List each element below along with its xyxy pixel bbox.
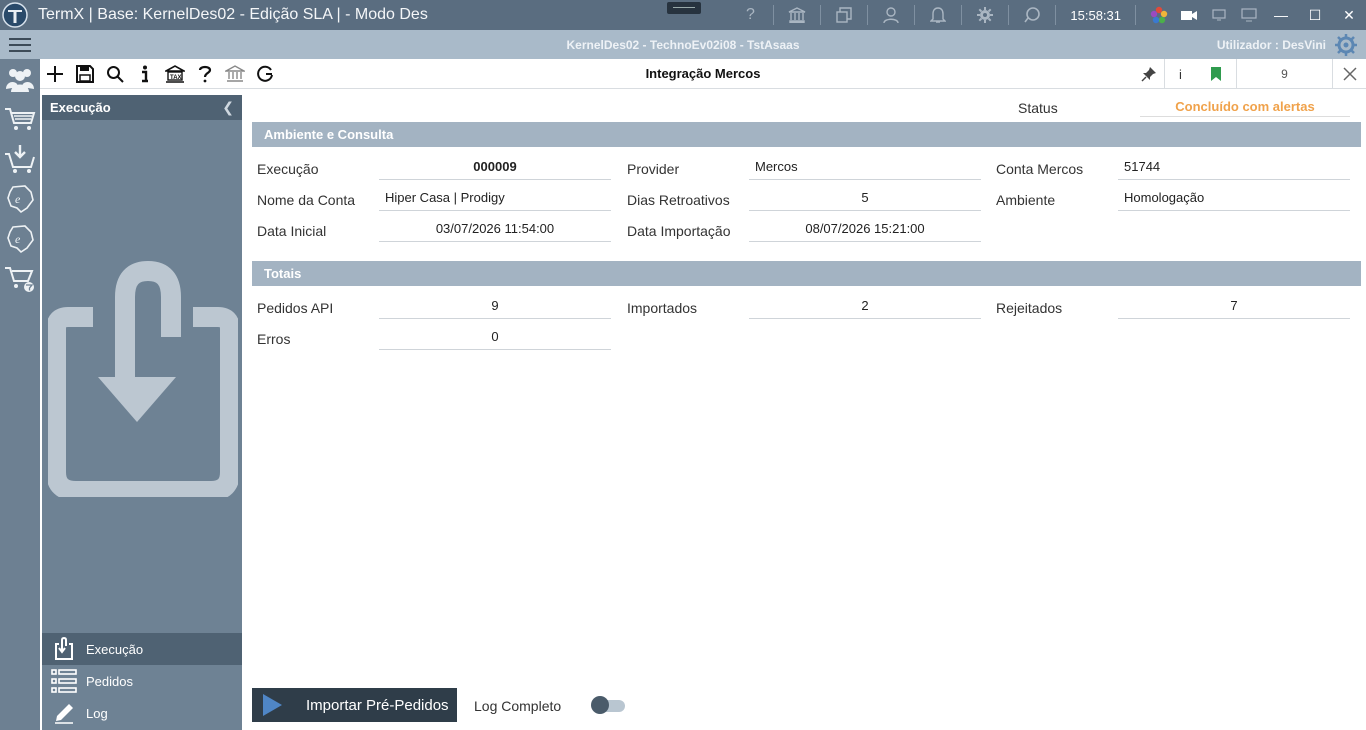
data-inicial-field[interactable]: 03/07/2026 11:54:00 <box>379 220 611 242</box>
pin-icon[interactable] <box>1134 59 1164 89</box>
nav-item-execucao[interactable]: Execução <box>42 633 242 665</box>
ambiente-label: Ambiente <box>996 192 1056 208</box>
camera-icon[interactable] <box>1174 0 1204 30</box>
users-module-icon[interactable] <box>0 59 40 99</box>
windows-icon[interactable] <box>829 0 859 30</box>
import-pre-orders-button[interactable]: Importar Pré-Pedidos <box>252 688 457 722</box>
list-icon <box>42 669 86 693</box>
status-label: Status <box>1018 100 1058 116</box>
user-icon[interactable] <box>876 0 906 30</box>
color-wheel-icon[interactable] <box>1144 0 1174 30</box>
map-e-module-icon-2[interactable]: e <box>0 219 40 259</box>
execucao-label: Execução <box>257 161 319 177</box>
refresh-icon[interactable] <box>250 59 280 89</box>
play-icon <box>252 693 292 717</box>
pedidos-api-field[interactable]: 9 <box>379 297 611 319</box>
current-user: Utilizador : DesVini <box>1216 37 1326 52</box>
execution-illustration-icon <box>46 257 240 501</box>
info-bar: KernelDes02 - TechnoEv02i08 - TstAsaas U… <box>0 30 1366 59</box>
app-logo-icon <box>0 0 30 30</box>
module-rail: e e <box>0 59 40 730</box>
bookmark-icon[interactable] <box>1196 59 1236 89</box>
chat-icon[interactable] <box>1017 0 1047 30</box>
monitor-icon[interactable] <box>1234 0 1264 30</box>
data-importacao-label: Data Importação <box>627 223 731 239</box>
section-ambiente-consulta: Ambiente e Consulta <box>252 122 1361 147</box>
info-icon[interactable] <box>130 59 160 89</box>
bell-icon[interactable] <box>923 0 953 30</box>
cart-filter-module-icon[interactable] <box>0 259 40 299</box>
toolbar: TAX Integração Mercos i 9 <box>40 59 1366 89</box>
map-e-module-icon[interactable]: e <box>0 179 40 219</box>
importados-label: Importados <box>627 300 698 316</box>
help-toolbar-icon[interactable] <box>190 59 220 89</box>
menu-icon[interactable] <box>0 30 40 59</box>
side-panel: Execução ❮ Execução Pedidos Log <box>42 95 242 730</box>
dias-retroativos-label: Dias Retroativos <box>627 192 730 208</box>
nav-item-log[interactable]: Log <box>42 697 242 729</box>
import-button-label: Importar Pré-Pedidos <box>306 696 449 714</box>
pedidos-api-label: Pedidos API <box>257 300 334 316</box>
bank-toolbar-icon[interactable] <box>220 59 250 89</box>
nav-item-pedidos[interactable]: Pedidos <box>42 665 242 697</box>
log-completo-label: Log Completo <box>474 698 562 714</box>
log-completo-toggle[interactable] <box>591 696 625 714</box>
nav-label: Log <box>86 705 108 721</box>
erros-label: Erros <box>257 331 291 347</box>
nav-label: Pedidos <box>86 673 133 689</box>
add-icon[interactable] <box>40 59 70 89</box>
data-inicial-label: Data Inicial <box>257 223 327 239</box>
window-title: TermX | Base: KernelDes02 - Edição SLA |… <box>38 6 428 23</box>
tax-office-icon[interactable]: TAX <box>160 59 190 89</box>
erros-field[interactable]: 0 <box>379 328 611 350</box>
close-window-button[interactable]: ✕ <box>1332 0 1366 30</box>
close-tab-icon[interactable] <box>1332 59 1366 89</box>
pencil-icon <box>42 702 86 724</box>
clock: 15:58:31 <box>1070 7 1121 23</box>
ambiente-field[interactable]: Homologação <box>1118 189 1350 211</box>
conta-mercos-field[interactable]: 51744 <box>1118 158 1350 180</box>
rejeitados-field[interactable]: 7 <box>1118 297 1350 319</box>
help-icon[interactable]: ? <box>735 0 765 30</box>
search-icon[interactable] <box>100 59 130 89</box>
bank-icon[interactable] <box>782 0 812 30</box>
small-screen-icon[interactable] <box>1204 0 1234 30</box>
provider-label: Provider <box>627 161 680 177</box>
panel-nav: Execução Pedidos Log <box>42 633 242 729</box>
settings-icon[interactable] <box>970 0 1000 30</box>
cart-module-icon[interactable] <box>0 99 40 139</box>
svg-text:e: e <box>15 192 21 206</box>
minimize-button[interactable]: — <box>1264 0 1298 30</box>
info-panel-button[interactable]: i <box>1164 59 1196 89</box>
data-importacao-field[interactable]: 08/07/2026 15:21:00 <box>749 220 981 242</box>
user-settings-icon[interactable] <box>1334 33 1358 57</box>
section-totais: Totais <box>252 261 1361 286</box>
main-content: Status Concluído com alertas Ambiente e … <box>242 89 1366 730</box>
panel-title: Execução <box>50 100 111 115</box>
drag-handle[interactable] <box>667 2 701 14</box>
connection-info: KernelDes02 - TechnoEv02i08 - TstAsaas <box>566 37 800 52</box>
maximize-button[interactable]: ☐ <box>1298 0 1332 30</box>
svg-text:e: e <box>15 232 21 246</box>
nav-label: Execução <box>86 641 144 657</box>
rejeitados-label: Rejeitados <box>996 300 1063 316</box>
save-icon[interactable] <box>70 59 100 89</box>
title-bar: TermX | Base: KernelDes02 - Edição SLA |… <box>0 0 1366 30</box>
provider-field[interactable]: Mercos <box>749 158 981 180</box>
collapse-panel-icon[interactable]: ❮ <box>222 99 234 116</box>
nome-conta-label: Nome da Conta <box>257 192 356 208</box>
panel-header: Execução ❮ <box>42 95 242 120</box>
nome-conta-field[interactable]: Hiper Casa | Prodigy <box>379 189 611 211</box>
dias-retroativos-field[interactable]: 5 <box>749 189 981 211</box>
status-value: Concluído com alertas <box>1140 99 1350 117</box>
execution-icon <box>42 637 86 661</box>
conta-mercos-label: Conta Mercos <box>996 161 1084 177</box>
cart-import-module-icon[interactable] <box>0 139 40 179</box>
execucao-field[interactable]: 000009 <box>379 158 611 180</box>
importados-field[interactable]: 2 <box>749 297 981 319</box>
svg-text:TAX: TAX <box>170 75 182 81</box>
record-counter: 9 <box>1236 59 1332 89</box>
